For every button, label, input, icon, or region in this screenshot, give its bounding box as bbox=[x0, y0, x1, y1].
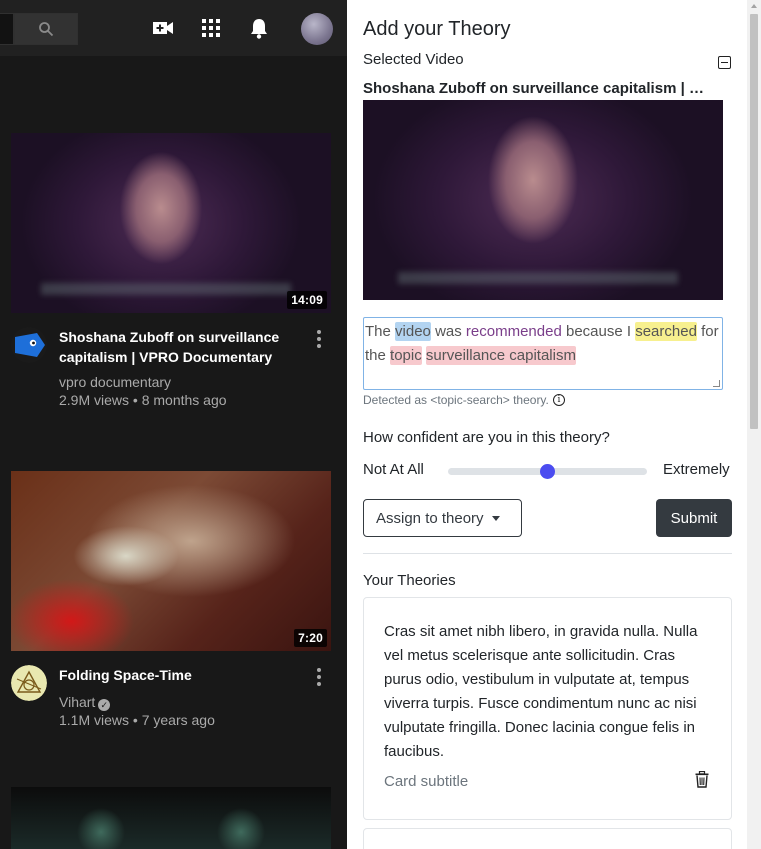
account-avatar[interactable] bbox=[301, 13, 333, 45]
collapse-button[interactable] bbox=[718, 56, 731, 69]
video-thumbnail[interactable]: 7:20 bbox=[11, 471, 331, 651]
card-subtitle: Card subtitle bbox=[384, 773, 469, 790]
divider bbox=[363, 553, 732, 554]
apps-button[interactable] bbox=[199, 16, 223, 40]
selected-video-thumbnail bbox=[363, 100, 723, 300]
theory-word: because I bbox=[565, 323, 632, 340]
assign-to-theory-dropdown[interactable]: Assign to theory bbox=[363, 499, 522, 537]
vpro-logo-icon bbox=[11, 327, 47, 363]
thumbnail-caption bbox=[398, 272, 678, 284]
theory-word: The bbox=[365, 323, 391, 340]
minus-icon bbox=[721, 61, 728, 64]
info-icon[interactable]: i bbox=[552, 394, 565, 406]
confidence-high-label: Extremely bbox=[663, 461, 730, 478]
more-options-button[interactable] bbox=[311, 329, 327, 349]
highlight-searched: searched bbox=[635, 322, 697, 341]
create-video-button[interactable] bbox=[151, 16, 175, 40]
theory-panel: Add your Theory Selected Video Shoshana … bbox=[347, 0, 761, 849]
verified-check-icon: ✓ bbox=[98, 699, 111, 711]
submit-button[interactable]: Submit bbox=[656, 499, 732, 537]
channel-name[interactable]: Vihart bbox=[59, 694, 95, 710]
assign-label: Assign to theory bbox=[376, 509, 484, 527]
theory-word: was bbox=[435, 323, 462, 340]
video-camera-plus-icon bbox=[153, 22, 173, 34]
channel-name[interactable]: vpro documentary bbox=[59, 373, 171, 391]
highlight-recommended: recommended bbox=[465, 323, 562, 340]
apps-grid-icon bbox=[202, 19, 220, 37]
resize-handle[interactable] bbox=[713, 380, 720, 387]
thumbnail-caption bbox=[41, 283, 291, 295]
selected-video-label: Selected Video bbox=[363, 51, 464, 68]
channel-row: Vihart ✓ bbox=[59, 693, 111, 711]
video-title[interactable]: Folding Space-Time bbox=[59, 665, 309, 685]
vihart-logo-icon bbox=[11, 665, 47, 701]
youtube-panel: 14:09 Shoshana Zuboff on surveillance ca… bbox=[0, 0, 347, 849]
duration-badge: 7:20 bbox=[294, 629, 327, 647]
more-options-button[interactable] bbox=[311, 667, 327, 687]
panel-title: Add your Theory bbox=[363, 18, 511, 40]
confidence-question: How confident are you in this theory? bbox=[363, 429, 610, 446]
search-icon bbox=[39, 22, 54, 37]
detected-text: Detected as <topic-search> theory. bbox=[363, 393, 549, 407]
confidence-low-label: Not At All bbox=[363, 461, 424, 478]
video-meta: 2.9M views • 8 months ago bbox=[59, 392, 227, 408]
highlight-topic: topic bbox=[390, 346, 422, 365]
channel-avatar[interactable] bbox=[11, 327, 47, 363]
theory-textarea[interactable]: The video was recommended because I sear… bbox=[363, 317, 723, 390]
theory-card bbox=[363, 828, 732, 849]
search-input[interactable] bbox=[0, 13, 14, 45]
delete-button[interactable] bbox=[695, 770, 711, 789]
youtube-topbar bbox=[0, 0, 347, 56]
scrollbar-thumb[interactable] bbox=[750, 14, 758, 429]
your-theories-heading: Your Theories bbox=[363, 572, 456, 589]
video-meta: 1.1M views • 7 years ago bbox=[59, 712, 215, 728]
highlight-topic-value: surveillance capitalism bbox=[425, 346, 576, 365]
scroll-up-arrow-icon[interactable] bbox=[751, 4, 757, 8]
video-title[interactable]: Shoshana Zuboff on surveillance capitali… bbox=[59, 327, 309, 367]
trash-icon bbox=[695, 770, 709, 788]
search-button[interactable] bbox=[14, 13, 78, 45]
video-thumbnail[interactable]: 14:09 bbox=[11, 133, 331, 313]
detected-theory: Detected as <topic-search> theory. i bbox=[363, 393, 565, 407]
highlight-video: video bbox=[395, 322, 431, 341]
caret-down-icon bbox=[491, 515, 500, 521]
selected-video-title: Shoshana Zuboff on surveillance capitali… bbox=[363, 80, 713, 97]
video-thumbnail[interactable] bbox=[11, 787, 331, 849]
theory-card: Cras sit amet nibh libero, in gravida nu… bbox=[363, 597, 732, 820]
card-text: Cras sit amet nibh libero, in gravida nu… bbox=[384, 623, 698, 760]
confidence-slider[interactable] bbox=[448, 464, 647, 479]
slider-handle[interactable] bbox=[540, 464, 555, 479]
scrollbar[interactable] bbox=[747, 0, 761, 849]
channel-avatar[interactable] bbox=[11, 665, 47, 701]
duration-badge: 14:09 bbox=[287, 291, 327, 309]
notifications-button[interactable] bbox=[247, 16, 271, 40]
bell-icon bbox=[251, 18, 267, 39]
